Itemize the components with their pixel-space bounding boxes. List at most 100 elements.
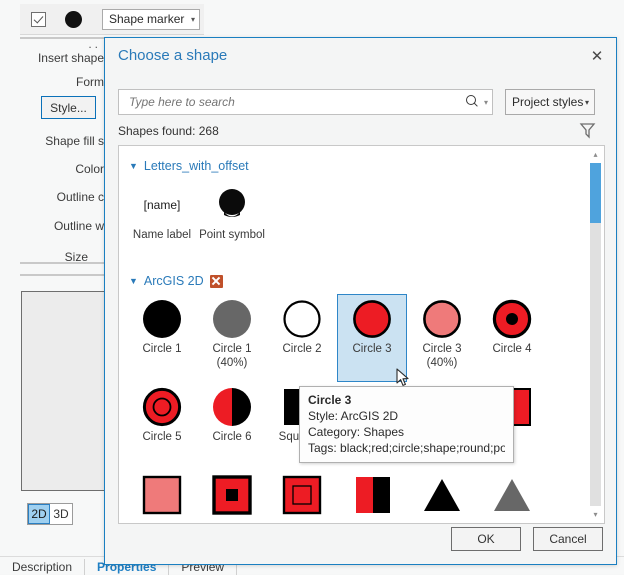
circle-salmon-outline-black-icon — [421, 299, 463, 339]
project-styles-dropdown[interactable]: Project styles ▾ — [505, 89, 595, 115]
point-symbol-icon — [214, 185, 250, 225]
search-input[interactable] — [127, 94, 464, 110]
marker-preview-icon — [65, 10, 82, 28]
shape-grid-arcgis-2d-row-1: Circle 1 Circle 1 (40%) Circle 2 Circle … — [119, 294, 587, 382]
shape-item-label: Point symbol — [199, 229, 265, 241]
dimension-toggle[interactable]: 2D 3D — [27, 503, 73, 525]
shape-item-square-salmon[interactable] — [127, 470, 197, 518]
circle-red-ring-outline-icon — [141, 387, 183, 427]
panel-divider-middle-2 — [20, 274, 104, 276]
square-red-inner-outline-icon — [281, 475, 323, 515]
search-row: ▾ Project styles ▾ — [118, 89, 604, 115]
shape-item-triangle-gray[interactable] — [477, 470, 547, 518]
ok-button[interactable]: OK — [451, 527, 521, 551]
shape-item-square-red-black-center[interactable] — [197, 470, 267, 518]
dimension-2d-button[interactable]: 2D — [28, 504, 50, 524]
square-half-red-black-icon — [351, 475, 393, 515]
shape-item-label: Circle 3 (40%) — [422, 343, 462, 369]
triangle-gray-icon — [491, 475, 533, 515]
mouse-cursor-icon — [396, 368, 409, 386]
tooltip-style: Style: ArcGIS 2D — [308, 409, 399, 423]
search-input-wrapper[interactable]: ▾ — [118, 89, 493, 115]
label-size: Size — [64, 250, 88, 264]
shape-grid-arcgis-2d-row-3 — [119, 470, 587, 518]
tooltip-category: Category: Shapes — [308, 425, 405, 439]
dialog-title: Choose a shape — [118, 47, 228, 64]
search-icon[interactable] — [464, 94, 480, 110]
scroll-down-arrow-icon[interactable]: ▾ — [587, 506, 604, 523]
shapes-list-panel: ▼ Letters_with_offset [name] Name label — [118, 145, 605, 524]
label-ellipsis: .. — [88, 40, 101, 48]
shape-item-label: Circle 5 — [142, 431, 182, 443]
chevron-down-icon[interactable]: ▾ — [484, 98, 488, 107]
shape-item-label: Circle 1 (40%) — [212, 343, 252, 369]
panel-divider-middle-1 — [20, 262, 104, 264]
circle-filled-gray-icon — [211, 299, 253, 339]
shape-item-circle-1[interactable]: Circle 1 — [127, 294, 197, 382]
project-styles-label: Project styles — [512, 95, 584, 109]
shape-item-circle-4[interactable]: Circle 4 — [477, 294, 547, 382]
shape-item-label: Name label — [132, 229, 192, 241]
shape-item-name-label[interactable]: [name] Name label — [127, 180, 197, 268]
choose-a-shape-dialog: Choose a shape ✕ ▾ Project styles ▾ Shap… — [104, 37, 617, 565]
symbol-layer-type-combo[interactable]: Shape marker ▾ — [102, 8, 200, 30]
group-name: ArcGIS 2D — [143, 274, 204, 288]
shape-item-label: Circle 3 — [352, 343, 392, 355]
shape-item-square-half-red-black[interactable] — [337, 470, 407, 518]
shape-item-square-red-inner-outline[interactable] — [267, 470, 337, 518]
circle-red-outline-black-icon — [351, 299, 393, 339]
shape-item-triangle-black[interactable] — [407, 470, 477, 518]
label-color: Color — [75, 162, 104, 176]
triangle-black-icon — [421, 475, 463, 515]
circle-half-red-black-icon — [211, 387, 253, 427]
layer-visibility-checkbox[interactable] — [31, 11, 46, 27]
group-header-letters-with-offset[interactable]: ▼ Letters_with_offset — [119, 146, 587, 180]
shape-item-circle-3-40[interactable]: Circle 3 (40%) — [407, 294, 477, 382]
group-header-arcgis-2d[interactable]: ▼ ArcGIS 2D — [119, 268, 587, 294]
shapes-vertical-scrollbar[interactable]: ▴ ▾ — [586, 146, 604, 523]
shape-item-circle-2[interactable]: Circle 2 — [267, 294, 337, 382]
shape-item-circle-1-40[interactable]: Circle 1 (40%) — [197, 294, 267, 382]
label-form: Form — [76, 75, 104, 89]
name-label-placeholder-text: [name] — [143, 198, 181, 212]
chevron-down-icon: ▼ — [129, 160, 138, 171]
chevron-down-icon: ▾ — [190, 14, 195, 24]
label-shape-fill-style: Shape fill s — [45, 134, 104, 148]
chevron-down-icon: ▾ — [584, 97, 589, 107]
shape-item-label: Circle 6 — [212, 431, 252, 443]
symbol-properties-labels: .. Insert shape Form Shape fill s Color … — [0, 40, 110, 274]
square-salmon-outline-icon — [141, 475, 183, 515]
style-button[interactable]: Style... — [41, 96, 96, 119]
circle-filled-black-icon — [141, 299, 183, 339]
shape-item-circle-6[interactable]: Circle 6 — [197, 382, 267, 470]
symbol-layer-type-value: Shape marker — [109, 12, 185, 26]
shape-item-label: Circle 4 — [492, 343, 532, 355]
scroll-up-arrow-icon[interactable]: ▴ — [587, 146, 604, 163]
dialog-titlebar: Choose a shape ✕ — [105, 38, 616, 73]
symbol-preview-box — [21, 291, 106, 491]
shape-marker-toolbar: Shape marker ▾ — [20, 4, 204, 35]
dimension-3d-button[interactable]: 3D — [50, 504, 72, 524]
filter-icon[interactable] — [579, 122, 596, 139]
broken-style-icon — [209, 274, 223, 288]
shapes-found-count: Shapes found: 268 — [118, 124, 219, 138]
label-outline-width: Outline w — [53, 219, 104, 233]
shape-item-point-symbol[interactable]: Point symbol — [197, 180, 267, 268]
shapes-scroll-area: ▼ Letters_with_offset [name] Name label — [119, 146, 587, 523]
dialog-button-row: OK Cancel — [451, 527, 603, 551]
circle-outline-black-icon — [281, 299, 323, 339]
scrollbar-thumb[interactable] — [590, 163, 601, 223]
close-icon[interactable]: ✕ — [588, 47, 606, 65]
chevron-down-icon: ▼ — [129, 275, 138, 286]
shape-item-circle-5[interactable]: Circle 5 — [127, 382, 197, 470]
circle-red-ring-black-dot-icon — [491, 299, 533, 339]
name-label-icon: [name] — [144, 185, 181, 225]
panel-divider-top — [20, 37, 104, 39]
tab-description[interactable]: Description — [0, 559, 86, 575]
label-outline-color: Outline c — [56, 190, 104, 204]
group-name: Letters_with_offset — [143, 159, 249, 173]
tooltip-title: Circle 3 — [308, 393, 352, 407]
shape-grid-letters-with-offset: [name] Name label Point symbol — [119, 180, 587, 268]
cancel-button[interactable]: Cancel — [533, 527, 603, 551]
style-button-label: Style... — [50, 100, 87, 115]
